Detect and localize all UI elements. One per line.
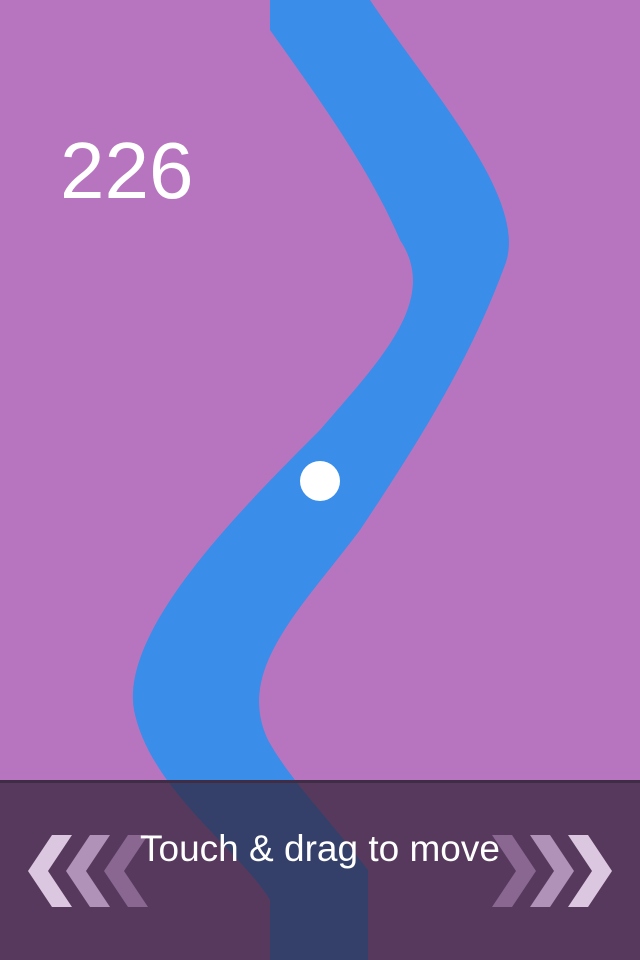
hint-bar: Touch & drag to move <box>0 780 640 960</box>
score-label: 226 <box>60 126 194 215</box>
game-screen[interactable]: 226 Touch & drag to move <box>0 0 640 960</box>
chevrons-right-icon <box>492 835 612 907</box>
player-ball[interactable] <box>300 461 340 501</box>
